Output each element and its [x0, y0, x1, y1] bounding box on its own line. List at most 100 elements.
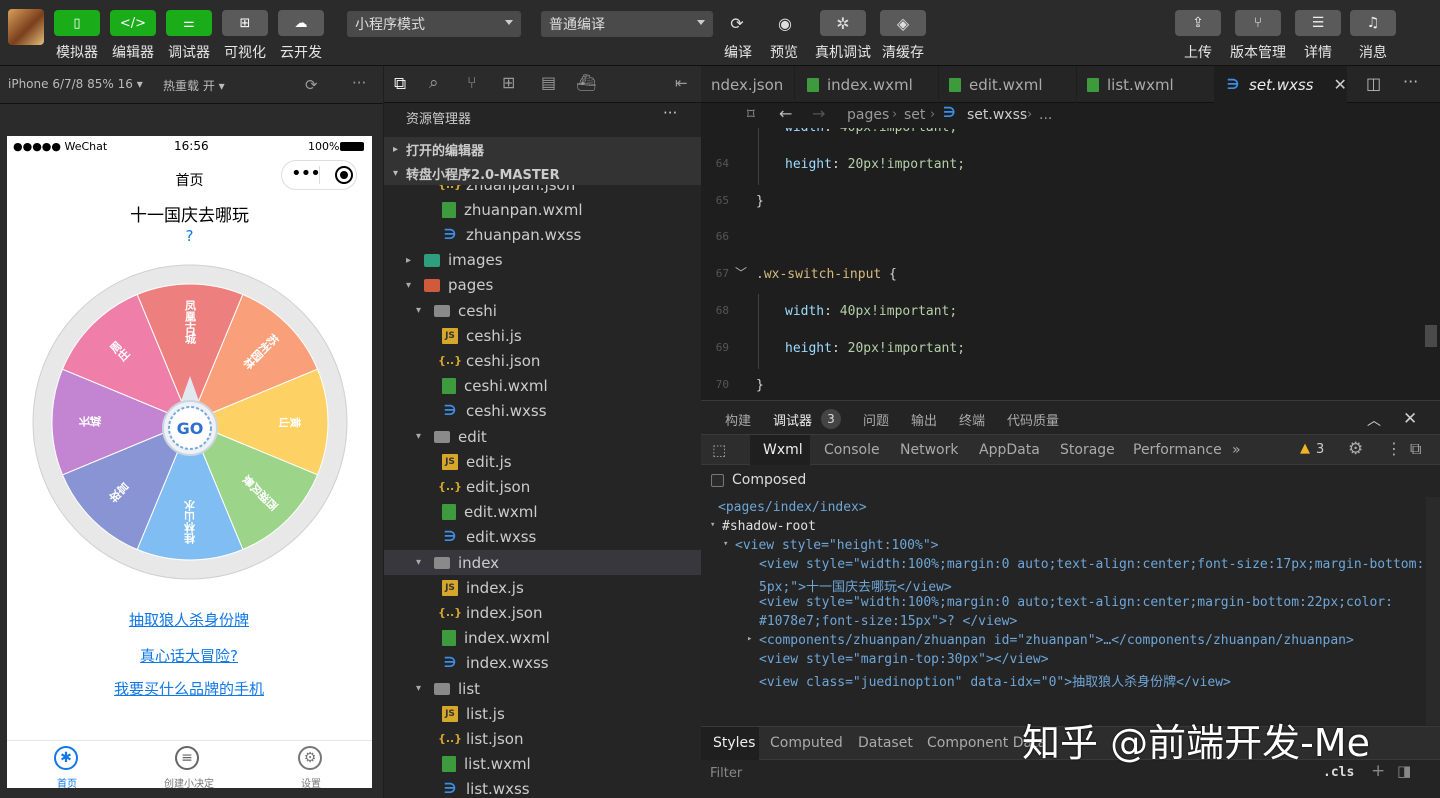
editor-scrollbar[interactable] [1425, 325, 1437, 347]
wxml-node[interactable]: <pages/index/index> [718, 500, 867, 515]
eye-button[interactable]: ◉ [762, 10, 808, 36]
layout-icon[interactable]: ▤ [541, 73, 556, 92]
editor-tab[interactable]: ∋ set.wxss ✕ [1215, 66, 1347, 103]
device-select[interactable]: iPhone 6/7/8 85% 16 ▾ [8, 77, 143, 91]
layout-button[interactable]: ⊞ [222, 10, 268, 36]
project-header[interactable]: ▾ 转盘小程序2.0-MASTER [384, 162, 701, 185]
panel-tab[interactable]: 构建 [725, 410, 751, 429]
code-button[interactable]: </> [110, 10, 156, 36]
close-tab-icon[interactable]: ✕ [1333, 75, 1346, 94]
mode-select[interactable]: 小程序模式 [347, 11, 521, 37]
branch-button[interactable]: ⑂ [1235, 10, 1281, 36]
close-panel-icon[interactable]: ✕ [1403, 409, 1417, 429]
fold-icon[interactable]: ﹀ [735, 264, 747, 281]
bookmark-icon[interactable]: ⌑ [747, 105, 755, 123]
tab-styles[interactable]: Styles [713, 735, 755, 751]
devtools-tab[interactable]: AppData [979, 442, 1040, 458]
styles-filter-input[interactable]: Filter [710, 766, 742, 781]
more-icon[interactable]: ··· [352, 74, 366, 92]
question-mark[interactable]: ? [7, 227, 372, 245]
breadcrumb-file[interactable]: set.wxss [967, 107, 1027, 123]
editor-tab[interactable]: ndex.json [701, 66, 795, 103]
split-editor-icon[interactable]: ◫ [1366, 74, 1381, 93]
toggle-sidebar-icon[interactable]: ◨ [1397, 762, 1411, 780]
tree-item[interactable]: {..} edit.json [384, 474, 701, 499]
wxml-node[interactable]: <view class="juedinoption" data-idx="0">… [759, 671, 1231, 690]
add-style-icon[interactable]: + [1371, 761, 1385, 781]
user-avatar[interactable] [8, 9, 44, 45]
open-editors-header[interactable]: ▸ 打开的编辑器 [384, 137, 701, 162]
sliders-button[interactable]: ⚌ [166, 10, 212, 36]
tab-computed[interactable]: Computed [770, 735, 843, 751]
devtools-tab[interactable]: » [1232, 442, 1241, 458]
refresh-button[interactable]: ⟳ [714, 10, 760, 36]
tree-item[interactable]: ▸ images [384, 248, 701, 273]
devtools-tab[interactable]: Wxml [763, 442, 803, 458]
panel-tab[interactable]: 输出 [911, 410, 937, 429]
tree-item[interactable]: ▾ ceshi [384, 298, 701, 323]
wxml-node[interactable]: <view style="margin-top:30px"></view> [759, 652, 1049, 667]
chevron-down-icon[interactable]: ▾ [710, 520, 715, 530]
lottery-wheel[interactable]: 凤凰古城苏州园林黄山西湖风景桂林山水故宫长城周庄 GO [32, 264, 348, 580]
breadcrumb-more[interactable]: ... [1039, 107, 1052, 123]
panel-tab[interactable]: 终端 [959, 410, 985, 429]
tree-item[interactable]: JS list.js [384, 701, 701, 726]
cls-toggle[interactable]: .cls [1323, 765, 1354, 780]
tree-item[interactable]: index.wxml [384, 626, 701, 651]
wxml-node[interactable]: <view style="width:100%;margin:0 auto;te… [759, 595, 1393, 610]
settings-icon[interactable]: ⚙ [1348, 439, 1363, 459]
extensions-icon[interactable]: ⊞ [502, 73, 515, 92]
warning-count[interactable]: 3 [1316, 442, 1324, 457]
tree-item[interactable]: edit.wxml [384, 500, 701, 525]
tree-item[interactable]: {..} index.json [384, 600, 701, 625]
wxml-node[interactable]: <view style="height:100%"> [735, 538, 939, 553]
cloud-button[interactable]: ☁ [278, 10, 324, 36]
breadcrumb-set[interactable]: set [904, 107, 925, 123]
forward-arrow-icon[interactable]: → [812, 104, 825, 123]
tree-item[interactable]: zhuanpan.wxml [384, 197, 701, 222]
collapse-sidebar-icon[interactable]: ⇤ [675, 74, 688, 92]
wxml-node[interactable]: #1078e7;font-size:15px">? </view> [759, 614, 1017, 629]
menu-dots-icon[interactable]: ••• [291, 163, 321, 184]
dock-icon[interactable]: ⧉ [1410, 439, 1421, 459]
back-arrow-icon[interactable]: ← [779, 104, 792, 123]
compile-select[interactable]: 普通编译 [541, 11, 713, 37]
link-phone-brand[interactable]: 我要买什么品牌的手机 [114, 678, 264, 699]
files-icon[interactable]: ⧉ [394, 74, 406, 94]
more-vertical-icon[interactable]: ⋮ [1386, 439, 1402, 458]
editor-tab[interactable]: list.wxml [1077, 66, 1215, 103]
hot-reload-toggle[interactable]: 热重载 开 ▾ [163, 77, 225, 94]
close-miniprogram-icon[interactable] [335, 166, 353, 184]
tree-item[interactable]: ∋ index.wxss [384, 651, 701, 676]
tree-item[interactable]: JS index.js [384, 575, 701, 600]
tree-item[interactable]: JS ceshi.js [384, 323, 701, 348]
code-editor[interactable]: width: 40px!important; 64 height: 20px!imp… [701, 128, 1440, 400]
chevron-right-icon[interactable]: ▸ [747, 634, 752, 644]
tree-item[interactable]: ceshi.wxml [384, 374, 701, 399]
editor-tab[interactable]: index.wxml [797, 66, 939, 103]
composed-checkbox[interactable] [711, 474, 724, 487]
chevron-down-icon[interactable]: ▾ [723, 539, 728, 549]
tree-item[interactable]: ∋ ceshi.wxss [384, 399, 701, 424]
tree-item[interactable]: ∋ list.wxss [384, 777, 701, 798]
wxml-scrollbar[interactable] [1426, 497, 1440, 725]
upload-button[interactable]: ⇪ [1175, 10, 1221, 36]
breadcrumb-pages[interactable]: pages [847, 107, 889, 123]
bell-button[interactable]: ♫ [1350, 10, 1396, 36]
tree-item[interactable]: list.wxml [384, 752, 701, 777]
bug-button[interactable]: ✲ [820, 10, 866, 36]
inspect-element-icon[interactable]: ⬚ [712, 441, 726, 459]
devtools-tab[interactable]: Network [900, 442, 958, 458]
wxml-node[interactable]: <components/zhuanpan/zhuanpan id="zhuanp… [759, 633, 1354, 648]
link-truth-or-dare[interactable]: 真心话大冒险? [140, 645, 238, 666]
tree-item[interactable]: {..} zhuanpan.json [384, 185, 701, 197]
link-werewolf[interactable]: 抽取狼人杀身份牌 [129, 609, 249, 630]
editor-tab[interactable]: edit.wxml [939, 66, 1077, 103]
search-icon[interactable]: ⌕ [429, 73, 439, 93]
layers-button[interactable]: ◈ [880, 10, 926, 36]
phone-button[interactable]: ▯ [54, 10, 100, 36]
devtools-tab[interactable]: Performance [1133, 442, 1222, 458]
wxml-node[interactable]: 5px;">十一国庆去哪玩</view> [759, 576, 952, 595]
tab-more-icon[interactable]: ··· [1403, 72, 1418, 91]
tree-item[interactable]: ▾ list [384, 676, 701, 701]
